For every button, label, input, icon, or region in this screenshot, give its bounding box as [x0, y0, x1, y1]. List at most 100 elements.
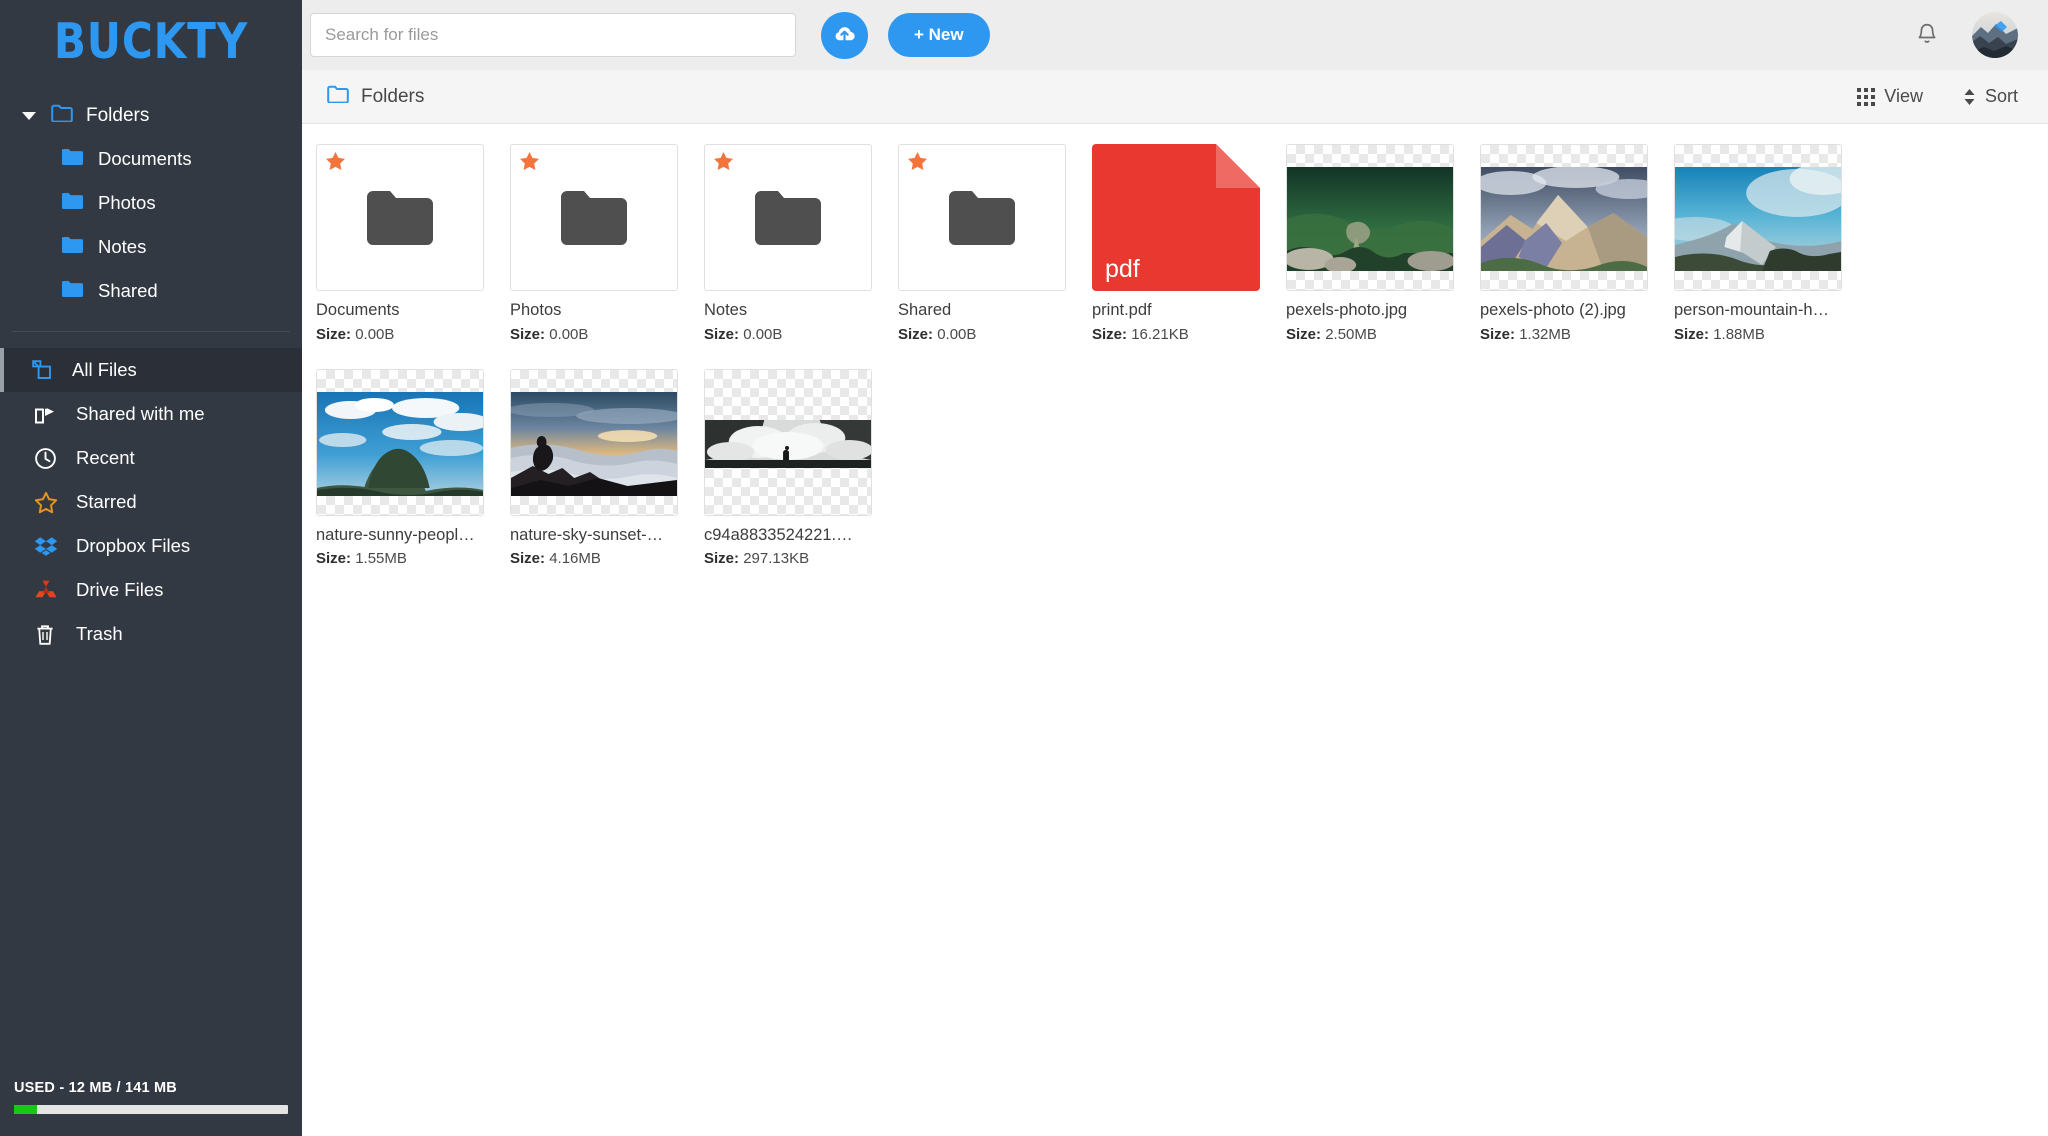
file-thumbnail[interactable]: [898, 144, 1066, 291]
folder-icon: [62, 192, 83, 214]
folder-tree-root[interactable]: Folders: [0, 95, 302, 137]
image-preview: [511, 391, 677, 496]
sidebar-divider: [12, 331, 290, 333]
folder-icon: [755, 190, 821, 245]
chevron-down-icon[interactable]: [22, 112, 36, 121]
sidebar-item-label: Drive Files: [76, 579, 164, 601]
file-card-image[interactable]: person-mountain-h… Size: 1.88MB: [1674, 144, 1842, 343]
new-button[interactable]: + New: [888, 13, 990, 57]
file-thumbnail[interactable]: [510, 368, 678, 516]
folder-icon: [367, 190, 433, 245]
breadcrumb[interactable]: Folders: [312, 85, 424, 109]
folder-icon: [62, 236, 83, 258]
file-thumbnail[interactable]: [704, 144, 872, 291]
sidebar-item-label: Recent: [76, 447, 135, 469]
sidebar-item-drive-files[interactable]: Drive Files: [0, 568, 302, 612]
file-card-folder[interactable]: Notes Size: 0.00B: [704, 144, 872, 343]
folder-tree: Folders Documents Photos Notes Shared: [0, 89, 302, 313]
file-size-value: 0.00B: [355, 325, 395, 343]
storage-fill: [14, 1105, 38, 1114]
storage-track: [14, 1105, 288, 1114]
file-size: Size: 0.00B: [316, 326, 484, 343]
file-card-image[interactable]: c94a8833524221.… Size: 297.13KB: [704, 368, 872, 567]
file-size-label: Size:: [1674, 325, 1710, 343]
file-thumbnail[interactable]: [316, 144, 484, 291]
file-thumbnail[interactable]: [704, 368, 872, 516]
grid-icon: [1857, 87, 1876, 106]
pdf-extension-label: pdf: [1105, 255, 1140, 283]
upload-button[interactable]: [821, 11, 868, 59]
file-size: Size: 4.16MB: [510, 550, 678, 567]
file-card-folder[interactable]: Shared Size: 0.00B: [898, 144, 1066, 343]
star-icon[interactable]: [908, 152, 927, 174]
file-size: Size: 0.00B: [510, 326, 678, 343]
dropbox-icon: [34, 534, 60, 558]
sidebar-item-shared-with-me[interactable]: Shared with me: [0, 392, 302, 436]
file-size-label: Size:: [316, 325, 352, 343]
folder-tree-item-notes[interactable]: Notes: [0, 225, 302, 269]
sidebar-item-starred[interactable]: Starred: [0, 480, 302, 524]
view-button[interactable]: View: [1857, 86, 1923, 107]
file-size: Size: 0.00B: [898, 326, 1066, 343]
view-label: View: [1884, 86, 1923, 106]
sidebar-item-dropbox-files[interactable]: Dropbox Files: [0, 524, 302, 568]
file-thumbnail[interactable]: [1286, 144, 1454, 291]
file-card-image[interactable]: pexels-photo.jpg Size: 2.50MB: [1286, 144, 1454, 343]
folder-tree-item-documents[interactable]: Documents: [0, 137, 302, 181]
avatar[interactable]: [1972, 12, 2018, 58]
file-size-value: 1.55MB: [355, 550, 407, 568]
file-size: Size: 0.00B: [704, 326, 872, 343]
file-card-image[interactable]: nature-sunny-peopl… Size: 1.55MB: [316, 368, 484, 567]
star-icon: [34, 490, 60, 514]
file-size-label: Size:: [510, 550, 546, 568]
file-card-image[interactable]: pexels-photo (2).jpg Size: 1.32MB: [1480, 144, 1648, 343]
file-card-folder[interactable]: Photos Size: 0.00B: [510, 144, 678, 343]
file-size-value: 4.16MB: [549, 550, 601, 568]
file-name: Notes: [704, 301, 748, 319]
pdf-fold-inner: [1216, 144, 1260, 188]
star-icon[interactable]: [326, 152, 345, 174]
file-size-label: Size:: [316, 550, 352, 568]
sort-updown-icon: [1963, 88, 1976, 106]
breadcrumb-bar: Folders View Sort: [302, 70, 2048, 124]
file-thumbnail[interactable]: [510, 144, 678, 291]
file-thumbnail[interactable]: pdf: [1092, 144, 1260, 291]
main-content: + New: [302, 0, 2048, 1136]
file-thumbnail[interactable]: [316, 368, 484, 516]
file-name: print.pdf: [1092, 301, 1152, 319]
sidebar-item-all-files[interactable]: All Files: [0, 348, 302, 393]
drive-icon: [34, 578, 60, 602]
file-card-image[interactable]: nature-sky-sunset-… Size: 4.16MB: [510, 368, 678, 567]
sidebar-item-trash[interactable]: Trash: [0, 612, 302, 656]
image-preview: [317, 391, 483, 496]
bell-icon: [1916, 22, 1938, 49]
file-card-pdf[interactable]: pdf print.pdf Size: 16.21KB: [1092, 144, 1260, 343]
folder-icon: [949, 190, 1015, 245]
file-size: Size: 1.55MB: [316, 550, 484, 567]
notifications-button[interactable]: [1916, 22, 1938, 49]
file-size: Size: 16.21KB: [1092, 326, 1260, 343]
file-size: Size: 297.13KB: [704, 550, 872, 567]
file-size-value: 0.00B: [743, 325, 783, 343]
file-thumbnail[interactable]: [1480, 144, 1648, 291]
file-name: Photos: [510, 301, 562, 319]
folder-tree-item-label: Shared: [98, 280, 158, 302]
file-size-label: Size:: [704, 550, 740, 568]
clock-icon: [34, 446, 60, 470]
folder-tree-item-shared[interactable]: Shared: [0, 269, 302, 313]
folder-tree-root-label: Folders: [86, 105, 150, 127]
star-icon[interactable]: [714, 152, 733, 174]
sidebar-item-recent[interactable]: Recent: [0, 436, 302, 480]
file-size-label: Size:: [704, 325, 740, 343]
search-input[interactable]: [310, 13, 796, 57]
file-name: pexels-photo (2).jpg: [1480, 301, 1626, 319]
file-thumbnail[interactable]: [1674, 144, 1842, 291]
app-root: BUCKTY Folders Documents Photos Notes Sh…: [0, 0, 2048, 1136]
star-icon[interactable]: [520, 152, 539, 174]
image-preview: [1481, 167, 1647, 271]
sort-button[interactable]: Sort: [1963, 86, 2018, 107]
folder-tree-item-photos[interactable]: Photos: [0, 181, 302, 225]
folder-icon: [62, 280, 83, 302]
file-card-folder[interactable]: Documents Size: 0.00B: [316, 144, 484, 343]
file-size-value: 0.00B: [937, 325, 977, 343]
